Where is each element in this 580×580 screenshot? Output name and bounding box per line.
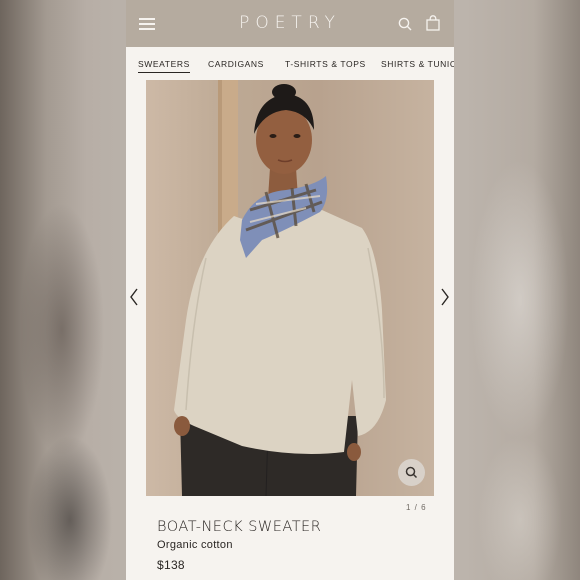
mobile-screen: POETRY SWEATERS CARDIGANS T-SHIRTS & TOP… xyxy=(126,0,454,580)
zoom-button[interactable] xyxy=(398,459,425,486)
tab-cardigans[interactable]: CARDIGANS xyxy=(208,59,264,69)
product-image[interactable] xyxy=(146,80,434,496)
zoom-icon xyxy=(405,466,418,479)
header-bar: POETRY xyxy=(126,0,454,47)
product-price: $138 xyxy=(157,558,185,572)
chevron-left-icon[interactable] xyxy=(129,288,139,306)
tab-shirts-tunics[interactable]: SHIRTS & TUNICS xyxy=(381,59,454,69)
image-counter: 1 / 6 xyxy=(406,503,427,512)
tab-sweaters[interactable]: SWEATERS xyxy=(138,59,190,73)
tab-tshirts-tops[interactable]: T-SHIRTS & TOPS xyxy=(285,59,366,69)
category-tabs: SWEATERS CARDIGANS T-SHIRTS & TOPS SHIRT… xyxy=(126,47,454,80)
product-material: Organic cotton xyxy=(157,539,233,551)
chevron-right-icon[interactable] xyxy=(440,288,450,306)
model-illustration xyxy=(174,80,386,496)
product-title: BOAT-NECK SWEATER xyxy=(157,519,322,535)
bag-icon[interactable] xyxy=(426,15,440,31)
search-icon[interactable] xyxy=(398,17,412,31)
